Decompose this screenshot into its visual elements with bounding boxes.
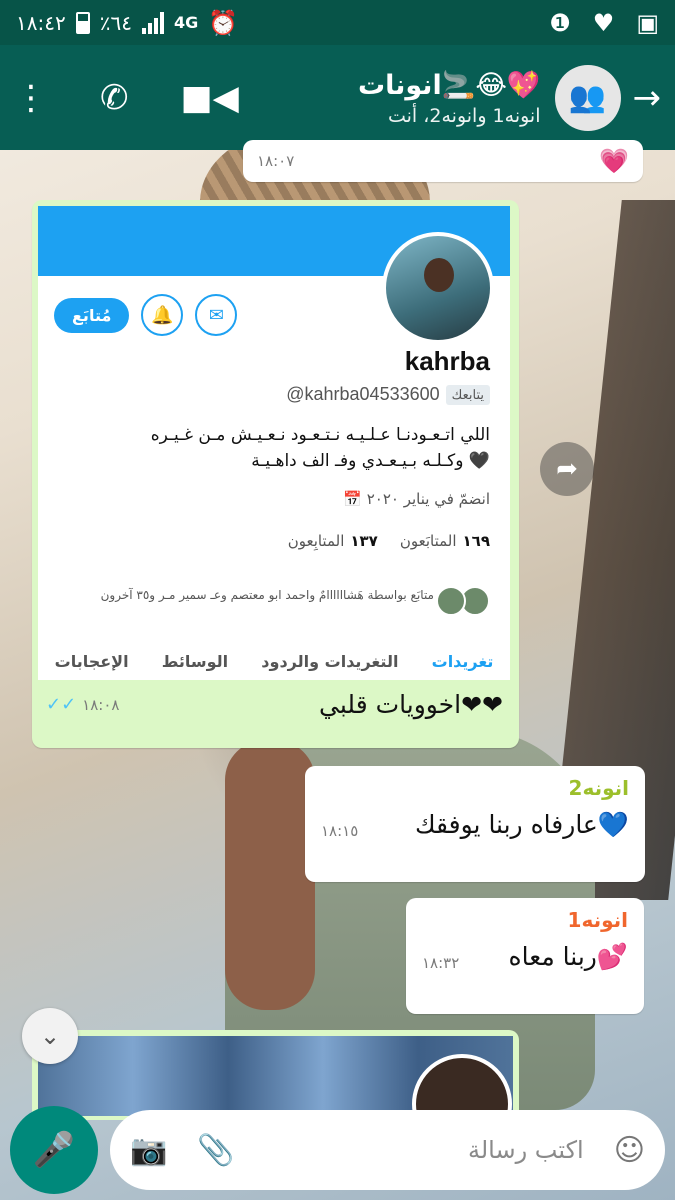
heart-emoji: 💗 bbox=[599, 147, 629, 175]
message-text: عارفاه ربنا يوفقك💙 bbox=[414, 810, 629, 839]
twitter-profile-card[interactable]: مُتابَع 🔔 ✉ kahrba @kahrba04533600 يتابع… bbox=[38, 206, 510, 680]
heart-icon: ♥ bbox=[592, 8, 615, 37]
chat-screen: ١٨:٤٢ ٪٦٤ 4G ⏰ ❶ ♥ ▣ ⋮ ✆ ■◀ انونات🚬😂💖 ان… bbox=[0, 0, 675, 1200]
back-arrow-icon[interactable]: → bbox=[633, 78, 662, 118]
emoji-icon[interactable]: ☺ bbox=[614, 1133, 645, 1168]
message-input[interactable]: 📷 📎 اكتب رسالة ☺ bbox=[110, 1110, 665, 1190]
bio-line: وكـلـه بـيـعـدي وفـ الف داهـيـة 🖤 bbox=[251, 451, 490, 471]
background-arm bbox=[225, 740, 315, 1010]
status-bar: ١٨:٤٢ ٪٦٤ 4G ⏰ ❶ ♥ ▣ bbox=[0, 0, 675, 45]
mutual-text: متابَع بواسطة هَشاااااامٌ واحمد ابو معتص… bbox=[100, 588, 434, 602]
phone-icon[interactable]: ✆ bbox=[100, 81, 129, 115]
message-bubble-partial[interactable]: ١٨:٠٧ 💗 bbox=[243, 140, 643, 182]
chat-header: ⋮ ✆ ■◀ انونات🚬😂💖 انونه1 وانونه2، أنت 👥 → bbox=[0, 45, 675, 150]
message-text: ربنا معاه💕 bbox=[508, 942, 628, 971]
read-receipt-icon: ✓✓ bbox=[46, 694, 77, 715]
message-text: اخوويات قلبي❤❤ bbox=[319, 690, 503, 719]
group-name: انونات🚬😂💖 bbox=[357, 69, 541, 101]
more-vert-icon[interactable]: ⋮ bbox=[14, 81, 48, 115]
message-time: ١٨:٣٢ bbox=[422, 954, 460, 972]
microphone-icon[interactable]: 🎤 bbox=[10, 1106, 98, 1194]
bio-line: اللي اتـعـودنـا عـلـيـه نـتـعـود نـعـيـش… bbox=[150, 425, 490, 445]
mutual-followers: متابَع بواسطة هَشاااااامٌ واحمد ابو معتص… bbox=[84, 586, 490, 616]
sender-name: انونه1 bbox=[567, 908, 628, 932]
joined-text: انضمّ في يناير ٢٠٢٠ bbox=[366, 490, 490, 508]
notification-icon: ❶ bbox=[549, 8, 571, 37]
scroll-down-icon[interactable]: ⌄ bbox=[22, 1008, 78, 1064]
followers-label: المتابِعون bbox=[287, 532, 345, 550]
message-time: ١٨:١٥ bbox=[321, 822, 359, 840]
message-bubble-incoming[interactable]: انونه1 ١٨:٣٢ ربنا معاه💕 bbox=[406, 898, 644, 1014]
tab-likes: الإعجابات bbox=[54, 652, 129, 671]
attach-icon[interactable]: 📎 bbox=[197, 1133, 234, 1168]
message-envelope-icon: ✉ bbox=[195, 294, 238, 336]
calendar-icon: 📅 bbox=[343, 490, 367, 508]
group-avatar-icon[interactable]: 👥 bbox=[554, 64, 621, 131]
mutual-avatars bbox=[436, 586, 490, 616]
profile-photo bbox=[382, 232, 494, 344]
followers-count: ١٣٧ bbox=[350, 532, 378, 550]
group-members: انونه1 وانونه2، أنت bbox=[387, 104, 541, 127]
following-button: مُتابَع bbox=[54, 297, 130, 333]
camera-icon[interactable]: 📷 bbox=[130, 1133, 167, 1168]
following-count: ١٦٩ bbox=[462, 532, 490, 550]
alarm-icon: ⏰ bbox=[208, 8, 239, 37]
message-time: ١٨:٠٧ bbox=[257, 152, 295, 170]
message-placeholder: اكتب رسالة bbox=[467, 1136, 584, 1164]
profile-bio: اللي اتـعـودنـا عـلـيـه نـتـعـود نـعـيـش… bbox=[50, 422, 490, 474]
tab-tweets-replies: التغريدات والردود bbox=[261, 652, 399, 671]
message-bubble-profile-share[interactable]: مُتابَع 🔔 ✉ kahrba @kahrba04533600 يتابع… bbox=[32, 200, 519, 748]
chat-title[interactable]: انونات🚬😂💖 انونه1 وانونه2، أنت bbox=[239, 69, 555, 127]
network-type: 4G bbox=[173, 13, 199, 32]
joined-date: 📅 انضمّ في يناير ٢٠٢٠ bbox=[343, 490, 490, 508]
profile-handle: @kahrba04533600 bbox=[286, 384, 440, 404]
video-call-icon[interactable]: ■◀ bbox=[181, 81, 239, 115]
message-time: ١٨:٠٨ bbox=[82, 696, 120, 714]
forward-icon[interactable]: ➦ bbox=[540, 442, 594, 496]
sender-name: انونه2 bbox=[568, 776, 629, 800]
profile-name: kahrba bbox=[404, 346, 490, 376]
tab-media: الوسائط bbox=[161, 652, 229, 671]
follows-you-badge: يتابعك bbox=[445, 384, 490, 405]
clock: ١٨:٤٢ bbox=[16, 10, 66, 35]
tab-tweets: تغريدات bbox=[431, 652, 494, 671]
notify-bell-icon: 🔔 bbox=[141, 294, 184, 336]
message-composer: 🎤 📷 📎 اكتب رسالة ☺ bbox=[0, 1100, 675, 1200]
follow-counts: ١٦٩ المتابَعون ١٣٧ المتابِعون bbox=[288, 532, 490, 550]
battery-level: ٪٦٤ bbox=[99, 10, 132, 35]
battery-icon bbox=[75, 11, 90, 34]
message-bubble-incoming[interactable]: انونه2 ١٨:١٥ عارفاه ربنا يوفقك💙 bbox=[305, 766, 645, 882]
following-label: المتابَعون bbox=[399, 532, 457, 550]
image-icon: ▣ bbox=[636, 8, 659, 37]
signal-icon bbox=[141, 11, 164, 34]
profile-tabs: تغريدات التغريدات والردود الوسائط الإعجا… bbox=[38, 652, 510, 671]
